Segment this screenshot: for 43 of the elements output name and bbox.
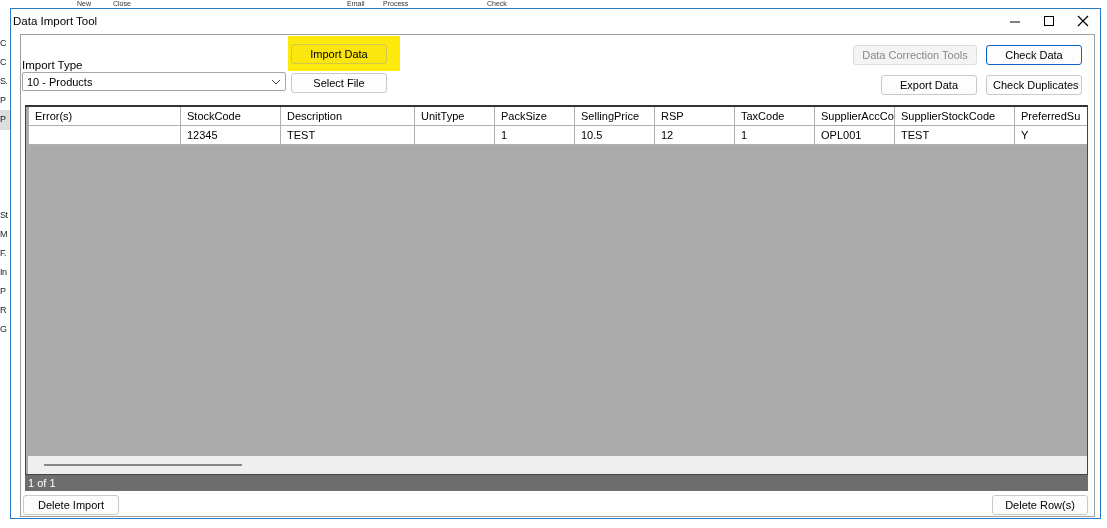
- menu-text: P: [0, 114, 6, 124]
- import-type-dropdown[interactable]: 10 - Products: [22, 72, 286, 91]
- menu-text: P: [0, 95, 6, 105]
- column-header[interactable]: SupplierAccCo: [814, 107, 895, 126]
- window-title: Data Import Tool: [13, 15, 99, 27]
- column-header[interactable]: UnitType: [414, 107, 495, 126]
- menu-text: St: [0, 210, 8, 220]
- column-header[interactable]: SellingPrice: [574, 107, 655, 126]
- column-header[interactable]: Error(s): [28, 107, 181, 126]
- menu-text: F.: [0, 248, 6, 258]
- menu-text: M: [0, 229, 7, 239]
- table-cell: TEST: [280, 125, 415, 145]
- status-bar: 1 of 1: [25, 475, 1088, 491]
- table-cell: TEST: [894, 125, 1015, 145]
- table-cell: 12345: [180, 125, 281, 145]
- menu-text: S.: [0, 76, 8, 86]
- check-data-button[interactable]: Check Data: [986, 45, 1082, 65]
- chevron-icon: [271, 78, 281, 85]
- delete-import-button[interactable]: Delete Import: [23, 495, 119, 515]
- import-data-button[interactable]: Import Data: [291, 44, 387, 64]
- menu-text: C: [0, 57, 6, 67]
- table-cell: OPL001: [814, 125, 895, 145]
- column-header[interactable]: RSP: [654, 107, 735, 126]
- menu-text: P: [0, 286, 6, 296]
- column-header[interactable]: Description: [280, 107, 415, 126]
- table-cell: 10.5: [574, 125, 655, 145]
- check-duplicates-button[interactable]: Check Duplicates: [986, 75, 1082, 95]
- table-cell: 1: [734, 125, 815, 145]
- column-header[interactable]: PackSize: [494, 107, 575, 126]
- table-cell: 1: [494, 125, 575, 145]
- menu-text: In: [0, 267, 7, 277]
- import-type-label: Import Type: [22, 59, 84, 72]
- column-header[interactable]: TaxCode: [734, 107, 815, 126]
- column-header[interactable]: SupplierStockCode: [894, 107, 1015, 126]
- column-header[interactable]: StockCode: [180, 107, 281, 126]
- menu-text: C: [0, 38, 6, 48]
- menu-text: R: [0, 305, 6, 315]
- delete-rows-button[interactable]: Delete Row(s): [992, 495, 1088, 515]
- horizontal-scrollbar[interactable]: [28, 456, 1087, 474]
- table-cell: 12: [654, 125, 735, 145]
- select-file-button[interactable]: Select File: [291, 73, 387, 93]
- menu-text: G: [0, 324, 7, 334]
- export-data-button[interactable]: Export Data: [881, 75, 977, 95]
